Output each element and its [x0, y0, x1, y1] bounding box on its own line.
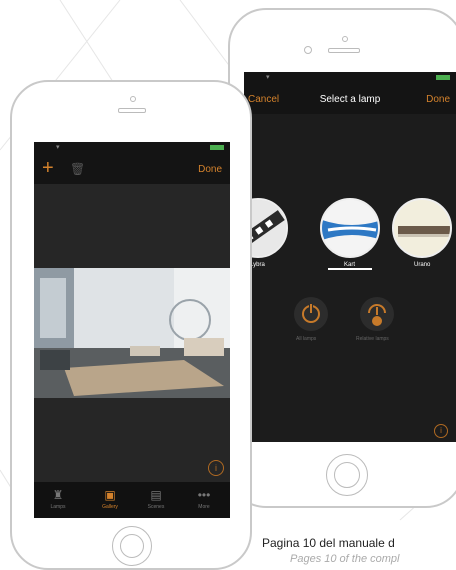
status-bar: ▾: [34, 142, 230, 154]
gallery-screen: ▾ + 🗑 Done i ♜ Lamps ▣ Gallery ▤ Scenes …: [34, 142, 230, 518]
done-button[interactable]: Done: [198, 164, 222, 175]
info-button[interactable]: i: [434, 424, 448, 438]
tab-label: Lamps: [50, 504, 66, 510]
urano-lamp-icon: [394, 200, 450, 256]
selected-indicator: [328, 268, 372, 270]
tab-gallery[interactable]: ▣ Gallery: [90, 488, 130, 510]
sensor: [342, 36, 348, 42]
phone-select-lamp: ▾ Cancel Select a lamp Done Lybra Kart U…: [228, 8, 456, 508]
more-icon: •••: [197, 488, 211, 502]
gallery-icon: ▣: [104, 488, 116, 502]
all-lamps-label: All lamps: [296, 336, 317, 342]
relative-lamps-label: Relative lamps: [356, 336, 389, 342]
battery-icon: [436, 75, 450, 80]
home-button-ring: [334, 462, 360, 488]
wifi-icon: ▾: [56, 144, 60, 151]
relative-lamps-button[interactable]: [360, 297, 394, 331]
lamp-icon: ♜: [52, 488, 64, 502]
relative-lamps-icon: [368, 304, 386, 326]
tab-more[interactable]: ••• More: [184, 488, 224, 510]
scenes-icon: ▤: [150, 488, 162, 502]
trash-icon[interactable]: 🗑: [70, 162, 85, 176]
phone-gallery: ▾ + 🗑 Done i ♜ Lamps ▣ Gallery ▤ Scenes …: [10, 80, 252, 570]
kart-lamp-icon: [322, 200, 378, 256]
caption-line-1: Pagina 10 del manuale d: [262, 536, 395, 550]
earpiece: [118, 108, 146, 113]
gallery-photo[interactable]: [34, 268, 230, 398]
nav-bar: Cancel Select a lamp Done: [244, 84, 456, 114]
info-button[interactable]: i: [208, 460, 224, 476]
home-button-ring: [120, 534, 144, 558]
front-camera: [304, 46, 312, 54]
add-button[interactable]: +: [42, 158, 54, 178]
nav-bar: + 🗑 Done: [34, 154, 230, 184]
tab-lamps[interactable]: ♜ Lamps: [38, 488, 78, 510]
earpiece: [328, 48, 360, 53]
lamp-option-urano[interactable]: [392, 198, 452, 258]
status-bar: ▾: [244, 72, 456, 84]
tab-bar: ♜ Lamps ▣ Gallery ▤ Scenes ••• More: [34, 482, 230, 518]
lamp-option-kart[interactable]: [320, 198, 380, 258]
lamp-label-urano: Urano: [414, 262, 431, 268]
lamp-label-lybra: Lybra: [250, 262, 265, 268]
tab-scenes[interactable]: ▤ Scenes: [136, 488, 176, 510]
wifi-icon: ▾: [266, 74, 270, 81]
tab-label: Gallery: [102, 504, 118, 510]
all-lamps-button[interactable]: [294, 297, 328, 331]
select-lamp-screen: ▾ Cancel Select a lamp Done Lybra Kart U…: [244, 72, 456, 442]
interior-photo-image: [34, 268, 230, 398]
power-icon: [302, 303, 320, 323]
caption-line-2: Pages 10 of the compl: [290, 553, 400, 565]
page-title: Select a lamp: [319, 94, 381, 105]
battery-icon: [210, 145, 224, 150]
sensor: [130, 96, 136, 102]
tab-label: More: [198, 504, 210, 510]
done-button[interactable]: Done: [426, 94, 450, 105]
tab-label: Scenes: [147, 504, 165, 510]
